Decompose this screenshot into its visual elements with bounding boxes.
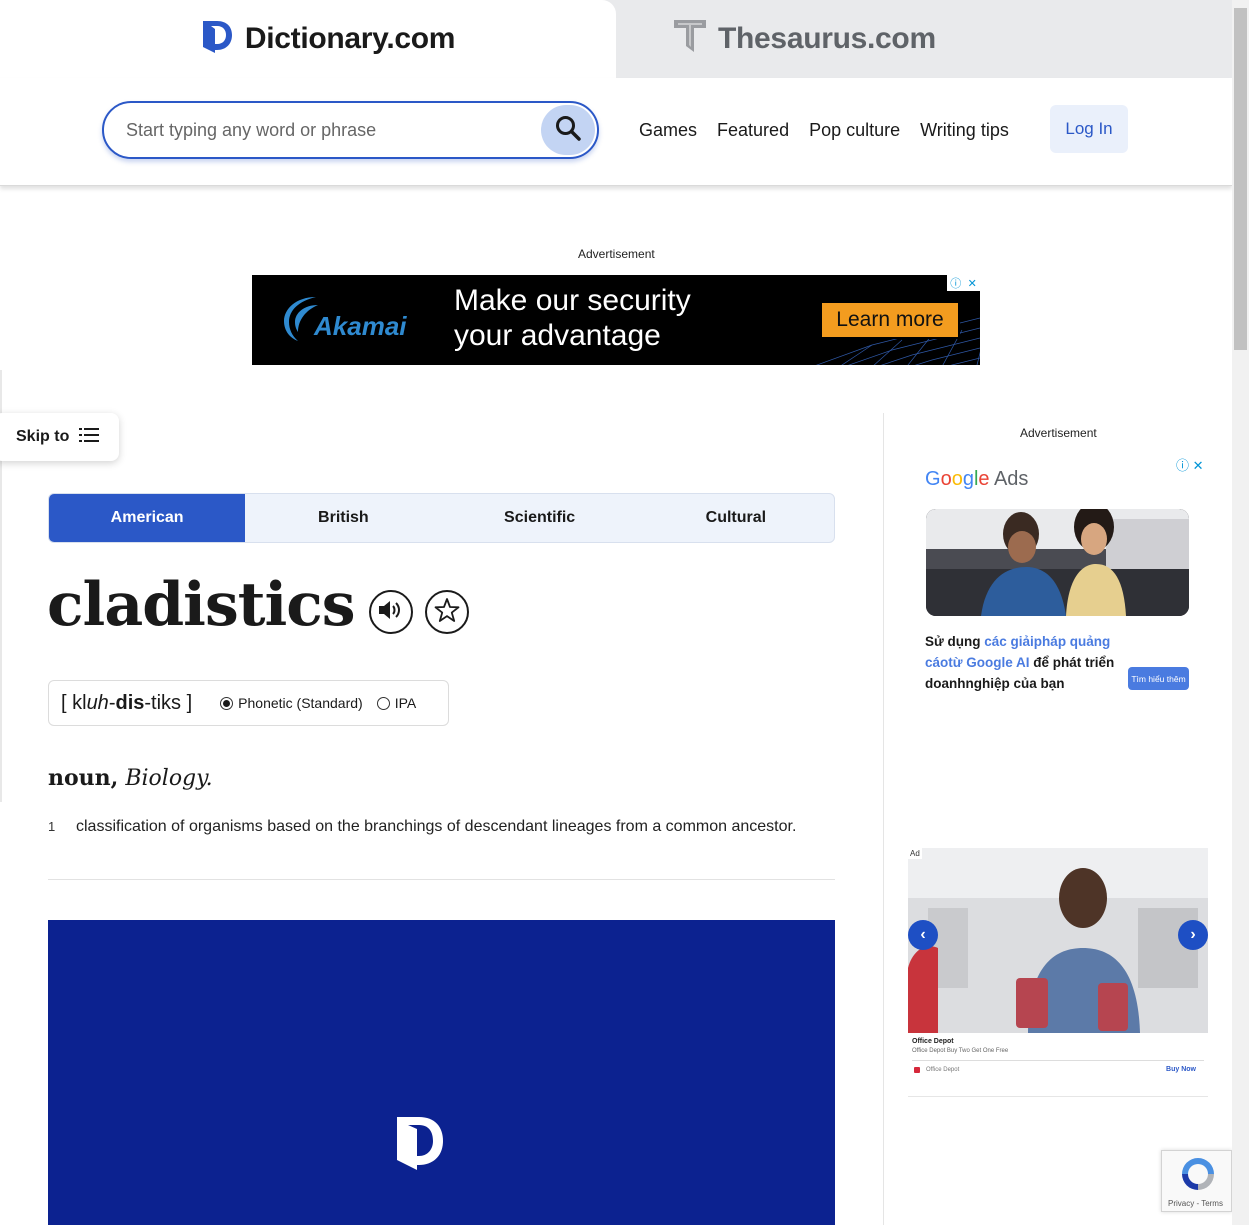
pos-noun: noun,	[48, 765, 119, 791]
gads-cta-button[interactable]: Tìm hiểu thêm	[1128, 667, 1189, 690]
radio-phonetic[interactable]	[220, 696, 234, 710]
gads-letter: o	[940, 468, 952, 490]
gads-text: Sử dụng các giảipháp quảng cáotừ Google …	[925, 631, 1125, 694]
option-phonetic-label: Phonetic (Standard)	[238, 695, 363, 711]
search-bar	[102, 101, 599, 159]
favorite-button[interactable]	[425, 590, 469, 634]
skip-to-button[interactable]: Skip to	[0, 413, 119, 461]
pronunciation-spelling: [ kluh-dis-tiks ]	[61, 692, 192, 715]
part-of-speech: noun, Biology.	[48, 765, 213, 791]
ad-label-right: Advertisement	[1020, 426, 1097, 440]
ad-close-icon[interactable]: ✕	[968, 277, 977, 290]
banner-cta-button[interactable]: Learn more	[820, 301, 960, 339]
gads-letter: e	[978, 468, 990, 490]
radio-ipa[interactable]	[376, 696, 390, 710]
skip-to-label: Skip to	[16, 428, 70, 445]
office-depot-ad[interactable]: Ad ‹ › Office Depot Office Depot Buy Two…	[908, 848, 1208, 1098]
recaptcha-links[interactable]: Privacy - Terms	[1168, 1199, 1223, 1208]
tab-thesaurus[interactable]: Thesaurus.com	[616, 0, 1232, 78]
option-phonetic[interactable]: Phonetic (Standard)	[220, 695, 363, 711]
list-icon	[79, 427, 100, 448]
carousel-next-button[interactable]: ›	[1178, 920, 1208, 950]
option-ipa-label: IPA	[394, 695, 417, 711]
pos-field: Biology.	[125, 766, 213, 791]
ad-tag: Ad	[908, 848, 922, 859]
main-header: Games Featured Pop culture Writing tips …	[0, 78, 1232, 186]
ad-info-icon[interactable]: ⓘ	[950, 275, 961, 291]
thesaurus-logo-icon	[674, 18, 706, 60]
nav-writing-tips[interactable]: Writing tips	[920, 120, 1009, 141]
scrollbar-thumb[interactable]	[1234, 8, 1247, 350]
od-source: Office Depot	[926, 1067, 960, 1073]
akamai-logo: Akamai	[282, 293, 407, 348]
search-icon	[554, 114, 582, 147]
gads-word: Ads	[989, 468, 1029, 490]
headword: cladistics	[47, 570, 356, 640]
login-button[interactable]: Log In	[1050, 105, 1128, 153]
od-source-icon	[914, 1067, 920, 1073]
thesaurus-wordmark: Thesaurus.com	[718, 22, 936, 55]
recaptcha-badge[interactable]: Privacy - Terms	[1161, 1150, 1232, 1212]
site-switcher: Dictionary.com Thesaurus.com	[0, 0, 1232, 78]
gads-letter: g	[962, 468, 974, 490]
pronunciation-box: [ kluh-dis-tiks ] Phonetic (Standard) IP…	[48, 680, 449, 726]
ad-controls[interactable]: ⓘ ✕	[947, 275, 980, 291]
dictionary-logo-icon	[395, 1113, 445, 1176]
nav-pop-culture[interactable]: Pop culture	[809, 120, 900, 141]
gads-controls[interactable]: ⓘ ✕	[1176, 455, 1204, 474]
gads-letter: G	[925, 468, 941, 490]
banner-headline: Make our security your advantage	[454, 283, 691, 353]
video-player[interactable]	[48, 920, 835, 1225]
tab-cultural[interactable]: Cultural	[638, 494, 834, 542]
od-buy-button[interactable]: Buy Now	[1166, 1066, 1196, 1073]
definition-divider	[48, 879, 835, 880]
column-divider	[883, 413, 884, 1225]
tab-british[interactable]: British	[245, 494, 441, 542]
page-scrollbar[interactable]	[1232, 0, 1249, 1225]
audio-button[interactable]	[369, 590, 413, 634]
ad-info-icon[interactable]: ⓘ	[1176, 458, 1189, 473]
primary-nav: Games Featured Pop culture Writing tips	[639, 120, 1009, 141]
gads-letter: o	[951, 468, 963, 490]
od-brand: Office Depot	[912, 1038, 954, 1045]
nav-games[interactable]: Games	[639, 120, 697, 141]
banner-headline-line-1: Make our security	[454, 284, 691, 317]
od-divider	[912, 1060, 1204, 1061]
ad-close-icon[interactable]: ✕	[1193, 458, 1204, 473]
chevron-right-icon: ›	[1190, 926, 1196, 943]
dictionary-logo-icon	[201, 17, 233, 61]
speaker-icon	[378, 599, 404, 626]
pron-part-rest: -tiks ]	[144, 691, 193, 714]
definition-text: classification of organisms based on the…	[76, 818, 797, 835]
search-button[interactable]	[541, 105, 595, 155]
google-ads-logo: Google Ads	[925, 468, 1028, 491]
definition-number: 1	[48, 819, 56, 834]
akamai-wordmark: Akamai	[314, 311, 407, 341]
ad-label-top: Advertisement	[578, 247, 655, 261]
od-photo-art	[908, 848, 1208, 1033]
search-input[interactable]	[126, 103, 526, 157]
gads-photo-art	[926, 509, 1189, 616]
od-bottom-rule	[908, 1096, 1208, 1097]
option-ipa[interactable]: IPA	[376, 695, 417, 711]
pron-part-open: [ kl	[61, 691, 87, 714]
pron-part-stress: dis	[115, 691, 145, 714]
od-image[interactable]: Ad ‹ ›	[908, 848, 1208, 1033]
tab-american[interactable]: American	[49, 494, 246, 542]
banner-ad[interactable]: Akamai Make our security your advantage …	[252, 275, 980, 365]
carousel-prev-button[interactable]: ‹	[908, 920, 938, 950]
pron-part-uh: uh	[86, 691, 109, 714]
tab-dictionary[interactable]: Dictionary.com	[0, 0, 616, 78]
dialect-tabs: American British Scientific Cultural	[48, 493, 835, 543]
recaptcha-icon	[1179, 1155, 1217, 1200]
dictionary-wordmark: Dictionary.com	[244, 22, 456, 55]
tab-scientific[interactable]: Scientific	[442, 494, 638, 542]
od-subline: Office Depot Buy Two Get One Free	[912, 1048, 1009, 1054]
star-icon	[434, 597, 460, 628]
banner-headline-line-2: your advantage	[454, 319, 661, 352]
gads-text-part: Sử dụng	[925, 634, 985, 649]
chevron-left-icon: ‹	[920, 926, 926, 943]
gads-image[interactable]	[926, 509, 1189, 616]
nav-featured[interactable]: Featured	[717, 120, 789, 141]
